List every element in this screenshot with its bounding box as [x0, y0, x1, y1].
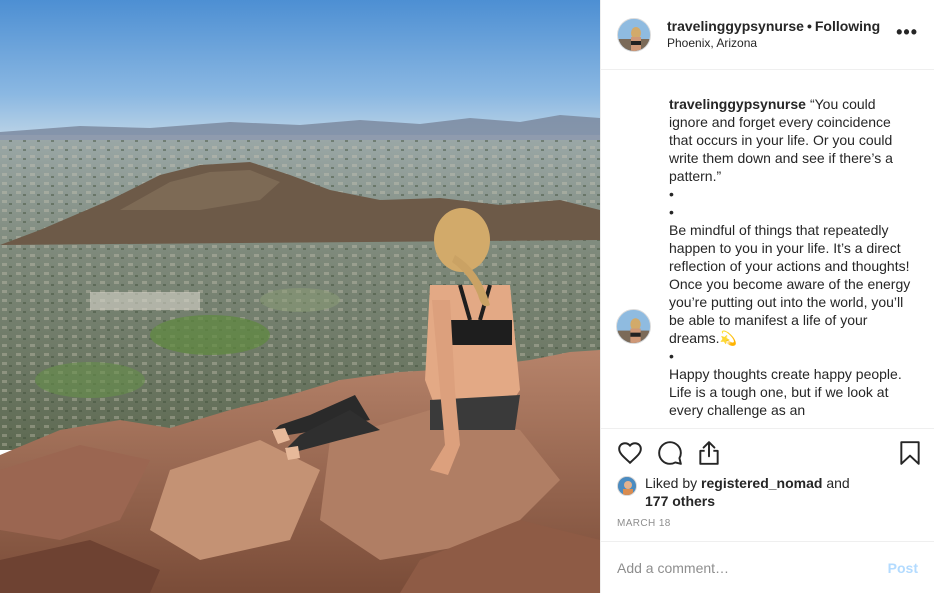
likes-summary: Liked by registered_nomad and 177 others — [617, 474, 918, 510]
instagram-post: travelinggypsynurse • Following Phoenix, A… — [0, 0, 934, 593]
separator-dot: • — [806, 17, 812, 34]
post-details-panel: travelinggypsynurse • Following Phoenix, A… — [600, 0, 934, 593]
caption-scroll-area[interactable]: travelinggypsynurse “You could ignore and… — [601, 70, 934, 428]
post-date[interactable]: MARCH 18 — [617, 518, 671, 529]
others-count-link[interactable]: 177 others — [645, 493, 715, 509]
share-icon[interactable] — [696, 440, 722, 466]
heart-icon[interactable] — [617, 440, 643, 466]
and-label: and — [826, 475, 850, 491]
comment-icon[interactable] — [657, 440, 683, 466]
follow-status-button[interactable]: Following — [815, 18, 880, 34]
post-photo[interactable] — [0, 0, 600, 593]
post-header: travelinggypsynurse • Following Phoenix, A… — [601, 0, 934, 70]
liked-by-label: Liked by — [645, 475, 698, 491]
caption-username[interactable]: travelinggypsynurse — [669, 96, 806, 112]
caption-bullet: • — [669, 204, 674, 220]
comment-bar: Post — [601, 541, 934, 593]
landscape-image — [0, 0, 600, 593]
liker-username[interactable]: registered_nomad — [701, 475, 822, 491]
author-avatar[interactable] — [617, 17, 651, 52]
bookmark-icon[interactable] — [897, 440, 923, 466]
post-location[interactable]: Phoenix, Arizona — [667, 35, 880, 52]
more-options-icon[interactable]: ••• — [896, 23, 918, 41]
post-comment-button[interactable]: Post — [888, 560, 918, 576]
author-username[interactable]: travelinggypsynurse — [667, 18, 804, 34]
dizzy-emoji-icon: 💫 — [719, 330, 738, 346]
caption-bullet: • — [669, 348, 674, 364]
action-bar — [601, 428, 934, 476]
caption-paragraph: Happy thoughts create happy people. Life… — [669, 366, 902, 418]
caption-bullet: • — [669, 186, 674, 202]
comment-input[interactable] — [617, 559, 888, 576]
caption-paragraph: Be mindful of things that repeatedly hap… — [669, 222, 911, 346]
post-caption: travelinggypsynurse “You could ignore and… — [669, 95, 914, 419]
liker-avatar[interactable] — [617, 476, 637, 496]
caption-author-avatar[interactable] — [616, 309, 651, 344]
